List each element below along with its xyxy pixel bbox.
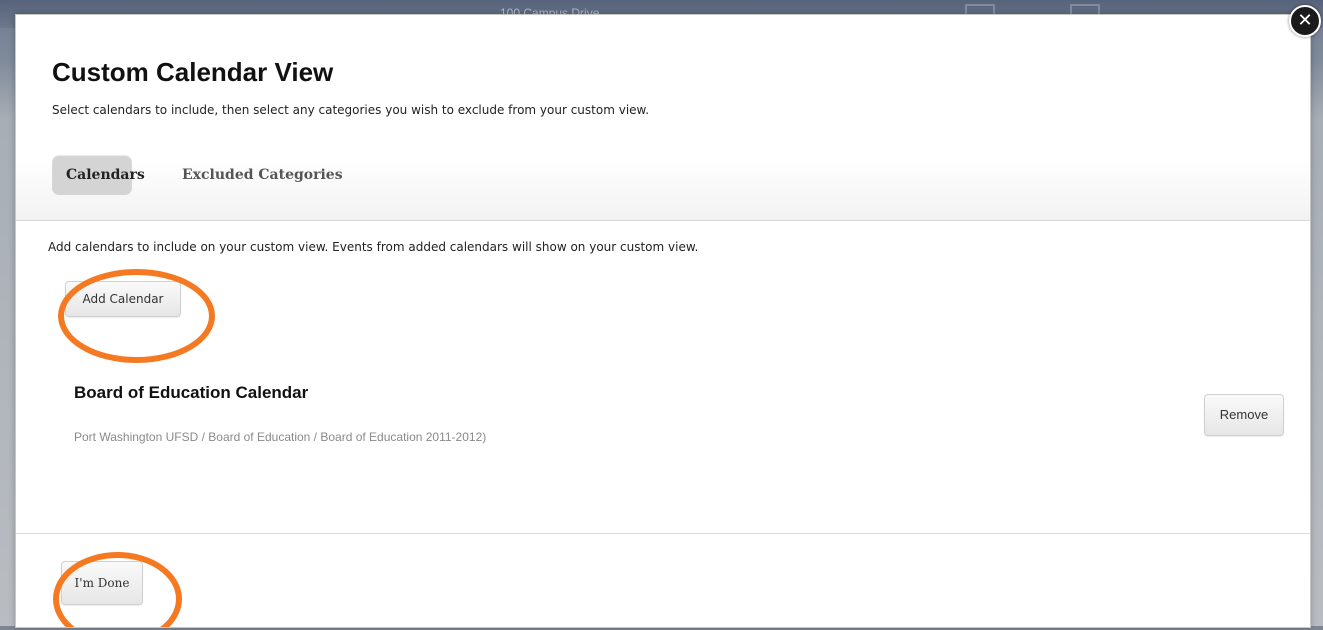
remove-calendar-button[interactable]: Remove <box>1204 394 1284 436</box>
footer-divider <box>16 533 1310 534</box>
tab-calendars[interactable]: Calendars <box>52 155 145 195</box>
calendar-name: Board of Education Calendar <box>74 383 309 402</box>
add-calendar-button[interactable]: Add Calendar <box>65 281 181 317</box>
custom-calendar-modal: Custom Calendar View Select calendars to… <box>15 14 1311 628</box>
modal-title: Custom Calendar View <box>52 57 334 87</box>
done-button[interactable]: I'm Done <box>61 561 143 605</box>
close-icon[interactable]: ✕ <box>1289 5 1321 37</box>
calendar-path: Port Washington UFSD / Board of Educatio… <box>74 430 487 444</box>
tab-excluded-categories[interactable]: Excluded Categories <box>168 155 357 195</box>
intro-text: Add calendars to include on your custom … <box>48 240 699 254</box>
modal-subtitle: Select calendars to include, then select… <box>52 103 650 117</box>
modal-header: Custom Calendar View Select calendars to… <box>16 15 1310 221</box>
